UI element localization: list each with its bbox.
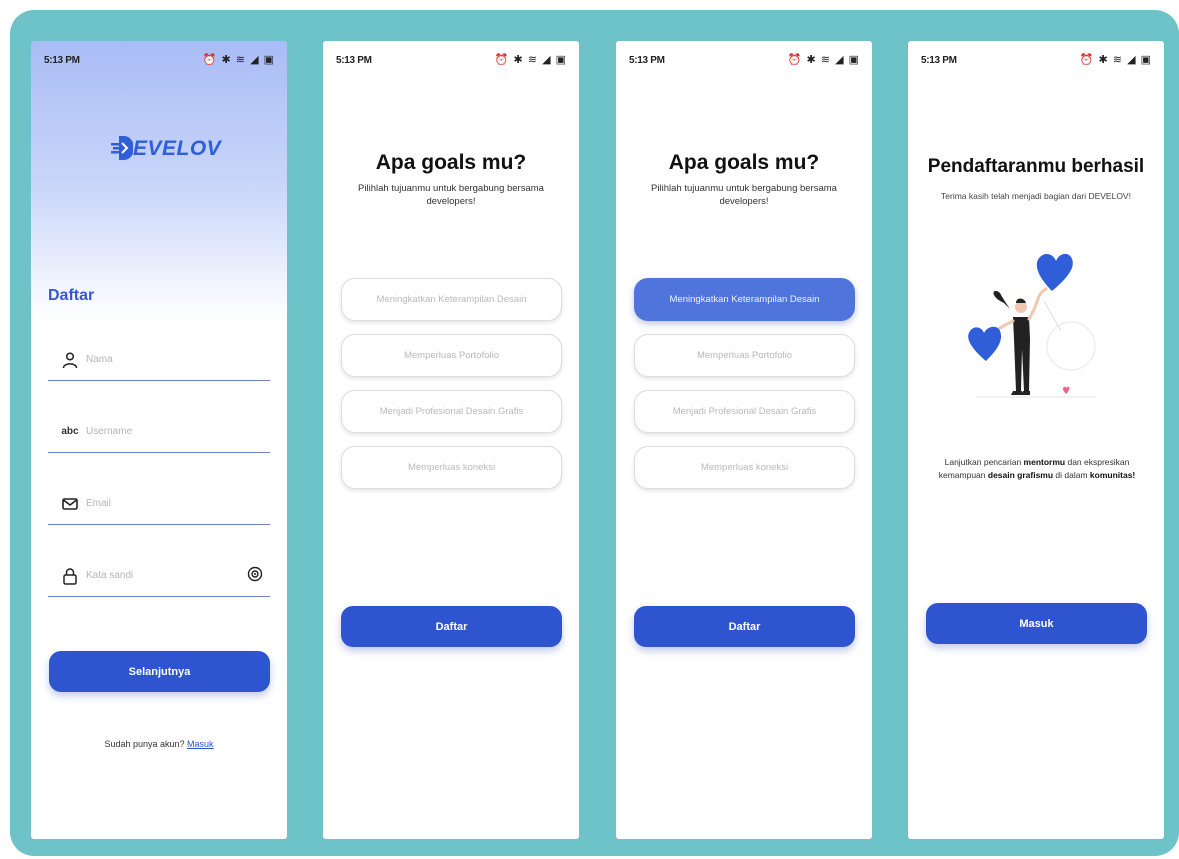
- success-screen: 5:13 PM ⏰ ✱ ≋ ◢ ▣ Pendaftaranmu berhasil…: [908, 41, 1164, 839]
- status-bar: 5:13 PM ⏰ ✱ ≋ ◢ ▣: [323, 41, 579, 71]
- develov-logo: EVELOV: [111, 133, 221, 163]
- username-field[interactable]: abc Username: [48, 413, 270, 453]
- login-prompt: Sudah punya akun? Masuk: [31, 739, 287, 749]
- goal-option-design-skill-selected[interactable]: Meningkatkan Keterampilan Desain: [634, 278, 855, 321]
- status-bar: 5:13 PM ⏰ ✱ ≋ ◢ ▣: [908, 41, 1164, 71]
- login-link[interactable]: Masuk: [187, 739, 214, 749]
- register-screen: 5:13 PM ⏰ ✱ ≋ ◢ ▣ EVELOV Daftar Nama abc…: [31, 41, 287, 839]
- goal-option-professional[interactable]: Menjadi Profesional Desain Grafis: [634, 390, 855, 433]
- desc-bold-community: komunitas!: [1089, 470, 1136, 480]
- goals-subtitle: Pilihlah tujuanmu untuk bergabung bersam…: [651, 183, 837, 207]
- goals-title: Apa goals mu?: [668, 151, 820, 174]
- status-icons: ⏰ ✱ ≋ ◢ ▣: [1079, 54, 1152, 66]
- mail-icon: [62, 498, 78, 510]
- success-description: Lanjutkan pencarian mentormu dan ekspres…: [926, 456, 1148, 482]
- status-time: 5:13 PM: [629, 55, 665, 66]
- status-time: 5:13 PM: [336, 55, 372, 66]
- success-subtitle: Terima kasih telah menjadi bagian dari D…: [941, 191, 1131, 201]
- show-password-icon[interactable]: [246, 565, 264, 583]
- goals-screen-selected: 5:13 PM ⏰ ✱ ≋ ◢ ▣ Apa goals mu? Pilihlah…: [616, 41, 872, 839]
- logo-text: EVELOV: [133, 137, 222, 160]
- register-button[interactable]: Daftar: [634, 606, 855, 647]
- username-placeholder: Username: [86, 426, 133, 437]
- name-placeholder: Nama: [86, 354, 113, 365]
- login-button[interactable]: Masuk: [926, 603, 1147, 644]
- goals-screen: 5:13 PM ⏰ ✱ ≋ ◢ ▣ Apa goals mu? Pilihlah…: [323, 41, 579, 839]
- success-title: Pendaftaranmu berhasil: [927, 156, 1145, 177]
- goal-option-portfolio[interactable]: Memperluas Portofolio: [634, 334, 855, 377]
- name-field[interactable]: Nama: [48, 341, 270, 381]
- goals-title: Apa goals mu?: [375, 151, 527, 174]
- goal-option-design-skill[interactable]: Meningkatkan Keterampilan Desain: [341, 278, 562, 321]
- login-prompt-text: Sudah punya akun?: [104, 739, 185, 749]
- status-bar: 5:13 PM ⏰ ✱ ≋ ◢ ▣: [616, 41, 872, 71]
- status-icons: ⏰ ✱ ≋ ◢ ▣: [787, 54, 860, 66]
- status-time: 5:13 PM: [921, 55, 957, 66]
- register-button[interactable]: Daftar: [341, 606, 562, 647]
- email-field[interactable]: Email: [48, 485, 270, 525]
- user-icon: [62, 352, 78, 369]
- lock-icon: [63, 568, 77, 585]
- goal-option-connections[interactable]: Memperluas koneksi: [341, 446, 562, 489]
- status-time: 5:13 PM: [44, 55, 80, 66]
- goal-option-connections[interactable]: Memperluas koneksi: [634, 446, 855, 489]
- woman-with-hearts-illustration: [968, 253, 1096, 398]
- password-placeholder: Kata sandi: [86, 570, 134, 581]
- page-title: Daftar: [48, 287, 95, 304]
- logo-d-icon: [111, 136, 133, 160]
- desc-bold-mentor: mentormu: [1023, 457, 1066, 467]
- status-bar: 5:13 PM ⏰ ✱ ≋ ◢ ▣: [31, 41, 287, 71]
- next-button[interactable]: Selanjutnya: [49, 651, 270, 692]
- email-placeholder: Email: [86, 498, 112, 509]
- mockup-frame: 5:13 PM ⏰ ✱ ≋ ◢ ▣ EVELOV Daftar Nama abc…: [10, 10, 1179, 856]
- desc-part-1: Lanjutkan pencarian: [944, 457, 1024, 467]
- desc-bold-design: desain grafismu: [987, 470, 1054, 480]
- goal-option-professional[interactable]: Menjadi Profesional Desain Grafis: [341, 390, 562, 433]
- password-field[interactable]: Kata sandi: [48, 557, 270, 597]
- goals-subtitle: Pilihlah tujuanmu untuk bergabung bersam…: [358, 183, 544, 207]
- abc-icon: abc: [61, 426, 79, 437]
- status-icons: ⏰ ✱ ≋ ◢ ▣: [202, 54, 275, 66]
- goal-option-portfolio[interactable]: Memperluas Portofolio: [341, 334, 562, 377]
- status-icons: ⏰ ✱ ≋ ◢ ▣: [494, 54, 567, 66]
- desc-part-3: di dalam: [1053, 470, 1090, 480]
